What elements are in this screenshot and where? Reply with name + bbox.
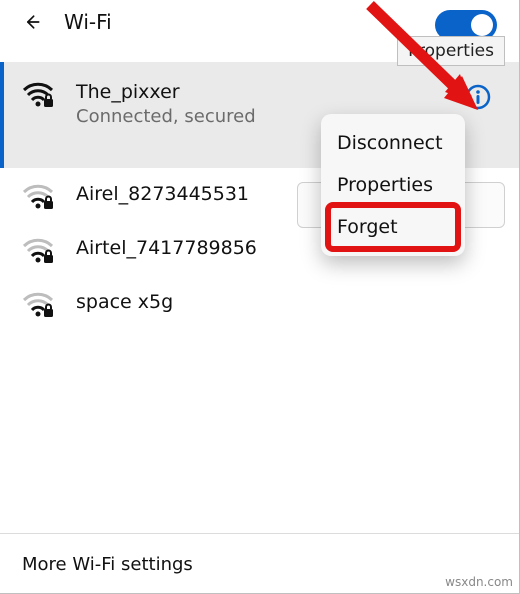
info-icon: [465, 84, 491, 110]
toggle-knob: [471, 14, 493, 36]
network-text: The_pixxer Connected, secured: [76, 80, 256, 128]
arrow-left-icon: [22, 12, 42, 32]
network-name: Airel_8273445531: [76, 182, 249, 207]
network-name: Airtel_7417789856: [76, 236, 257, 261]
network-name: The_pixxer: [76, 80, 256, 105]
header: Wi-Fi: [0, 0, 519, 40]
wifi-secure-icon: [22, 184, 54, 210]
properties-tooltip: Properties: [397, 36, 505, 66]
menu-forget[interactable]: Forget: [329, 206, 457, 248]
menu-properties[interactable]: Properties: [329, 164, 457, 206]
wifi-context-menu: Disconnect Properties Forget: [321, 114, 465, 256]
network-name: space x5g: [76, 290, 173, 315]
network-status: Connected, secured: [76, 105, 256, 128]
more-wifi-settings[interactable]: More Wi-Fi settings: [0, 533, 519, 593]
wifi-secure-icon: [22, 238, 54, 264]
watermark: wsxdn.com: [445, 575, 513, 589]
info-button[interactable]: [465, 84, 491, 110]
menu-disconnect[interactable]: Disconnect: [329, 122, 457, 164]
back-button[interactable]: [20, 10, 44, 34]
wifi-secure-icon: [22, 292, 54, 318]
network-item[interactable]: space x5g: [0, 276, 519, 330]
page-title: Wi-Fi: [64, 10, 112, 34]
wifi-secure-icon: [22, 82, 54, 108]
